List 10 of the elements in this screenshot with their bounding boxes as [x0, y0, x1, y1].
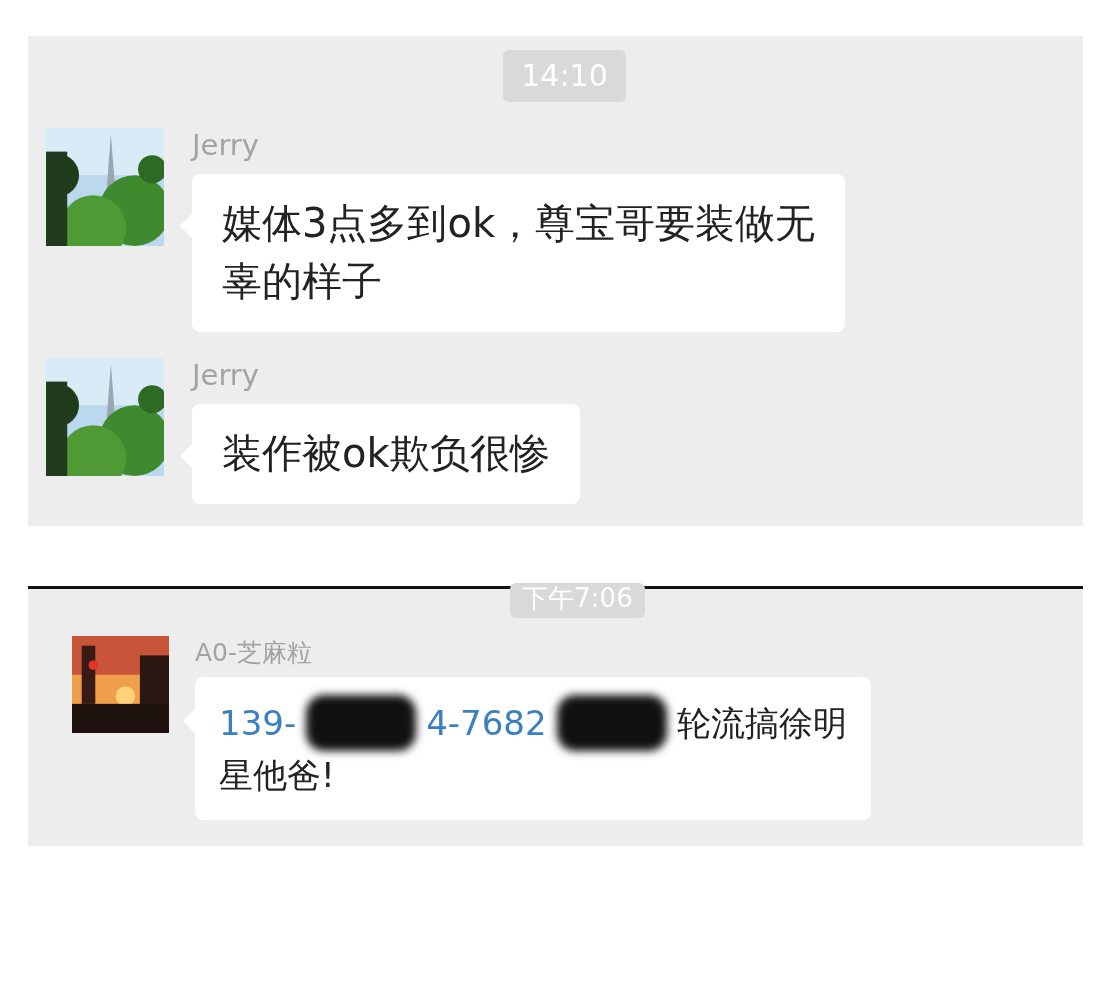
sender-name: Jerry — [192, 128, 260, 162]
phone-link[interactable]: 139- — [219, 698, 297, 748]
message-text: 媒体3点多到ok，尊宝哥要装做无 — [222, 199, 816, 248]
sender-name: A0-芝麻粒 — [195, 637, 314, 670]
message-text: 星他爸! — [219, 754, 335, 798]
message-text: 辜的样子 — [222, 257, 382, 306]
sender-name: Jerry — [192, 358, 260, 392]
message-text: 装作被ok欺负很惨 — [222, 429, 550, 478]
message-text: 轮流搞徐明 — [676, 701, 847, 745]
phone-link[interactable]: 4-7682 — [426, 698, 547, 748]
